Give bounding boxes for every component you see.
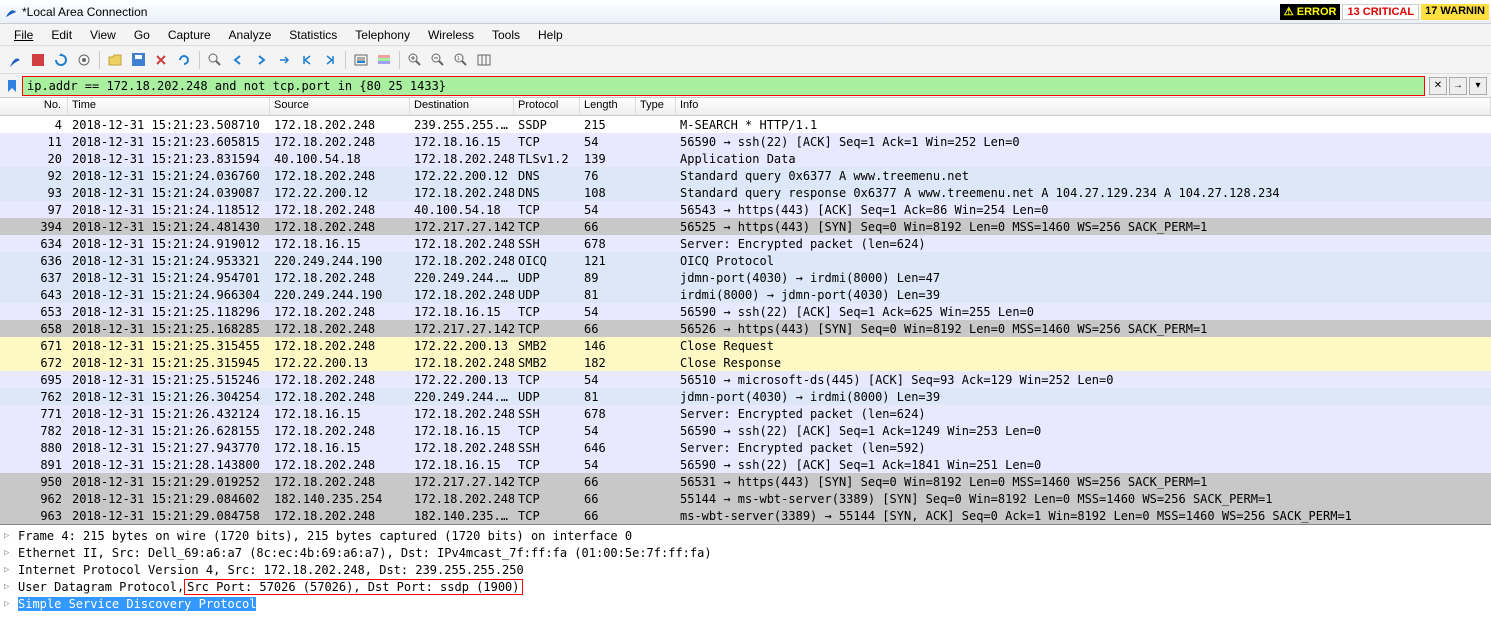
expand-icon[interactable]: ▷ [4, 548, 14, 558]
expand-icon[interactable]: ▷ [4, 599, 14, 609]
col-time[interactable]: Time [68, 98, 270, 115]
menu-tools[interactable]: Tools [484, 26, 528, 44]
menu-wireless[interactable]: Wireless [420, 26, 482, 44]
detail-ssdp[interactable]: ▷Simple Service Discovery Protocol [4, 595, 1487, 612]
goto-icon[interactable] [273, 49, 295, 71]
menu-bar: File Edit View Go Capture Analyze Statis… [0, 24, 1491, 46]
packet-row[interactable]: 7712018-12-31 15:21:26.432124172.18.16.1… [0, 405, 1491, 422]
menu-go[interactable]: Go [126, 26, 158, 44]
packet-row[interactable]: 6582018-12-31 15:21:25.168285172.18.202.… [0, 320, 1491, 337]
detail-frame[interactable]: ▷Frame 4: 215 bytes on wire (1720 bits),… [4, 527, 1487, 544]
packet-row[interactable]: 8912018-12-31 15:21:28.143800172.18.202.… [0, 456, 1491, 473]
detail-udp[interactable]: ▷User Datagram Protocol, Src Port: 57026… [4, 578, 1487, 595]
prev-icon[interactable] [227, 49, 249, 71]
zoom-out-icon[interactable] [427, 49, 449, 71]
menu-view[interactable]: View [82, 26, 124, 44]
window-title: *Local Area Connection [22, 5, 147, 19]
filter-apply-icon[interactable]: → [1449, 77, 1467, 95]
find-icon[interactable] [204, 49, 226, 71]
save-file-icon[interactable] [127, 49, 149, 71]
udp-ports-highlight: Src Port: 57026 (57026), Dst Port: ssdp … [184, 579, 522, 595]
title-bar: *Local Area Connection ⚠ ERROR 13 CRITIC… [0, 0, 1491, 24]
packet-row[interactable]: 7822018-12-31 15:21:26.628155172.18.202.… [0, 422, 1491, 439]
expand-icon[interactable]: ▷ [4, 582, 14, 592]
display-filter-input[interactable] [22, 76, 1425, 96]
packet-row[interactable]: 8802018-12-31 15:21:27.943770172.18.16.1… [0, 439, 1491, 456]
packet-row[interactable]: 3942018-12-31 15:21:24.481430172.18.202.… [0, 218, 1491, 235]
menu-statistics[interactable]: Statistics [281, 26, 345, 44]
resize-cols-icon[interactable] [473, 49, 495, 71]
packet-row[interactable]: 7622018-12-31 15:21:26.304254172.18.202.… [0, 388, 1491, 405]
packet-row[interactable]: 202018-12-31 15:21:23.83159440.100.54.18… [0, 150, 1491, 167]
packet-row[interactable]: 922018-12-31 15:21:24.036760172.18.202.2… [0, 167, 1491, 184]
packet-details[interactable]: ▷Frame 4: 215 bytes on wire (1720 bits),… [0, 525, 1491, 627]
next-icon[interactable] [250, 49, 272, 71]
detail-ip[interactable]: ▷Internet Protocol Version 4, Src: 172.1… [4, 561, 1487, 578]
stop-capture-icon[interactable] [27, 49, 49, 71]
menu-capture[interactable]: Capture [160, 26, 219, 44]
restart-capture-icon[interactable] [50, 49, 72, 71]
expand-icon[interactable]: ▷ [4, 565, 14, 575]
svg-text:1: 1 [457, 56, 460, 62]
colorize-icon[interactable] [373, 49, 395, 71]
first-icon[interactable] [296, 49, 318, 71]
warning-badge[interactable]: 17 WARNIN [1421, 4, 1489, 20]
last-icon[interactable] [319, 49, 341, 71]
filter-dropdown-icon[interactable]: ▾ [1469, 77, 1487, 95]
packet-row[interactable]: 6362018-12-31 15:21:24.953321220.249.244… [0, 252, 1491, 269]
filter-bar: ✕ → ▾ [0, 74, 1491, 98]
menu-help[interactable]: Help [530, 26, 571, 44]
packet-row[interactable]: 112018-12-31 15:21:23.605815172.18.202.2… [0, 133, 1491, 150]
close-file-icon[interactable] [150, 49, 172, 71]
options-icon[interactable] [73, 49, 95, 71]
col-protocol[interactable]: Protocol [514, 98, 580, 115]
packet-row[interactable]: 6372018-12-31 15:21:24.954701172.18.202.… [0, 269, 1491, 286]
filter-clear-icon[interactable]: ✕ [1429, 77, 1447, 95]
packet-row[interactable]: 9502018-12-31 15:21:29.019252172.18.202.… [0, 473, 1491, 490]
detail-ethernet[interactable]: ▷Ethernet II, Src: Dell_69:a6:a7 (8c:ec:… [4, 544, 1487, 561]
col-no[interactable]: No. [0, 98, 68, 115]
col-source[interactable]: Source [270, 98, 410, 115]
col-length[interactable]: Length [580, 98, 636, 115]
packet-row[interactable]: 6432018-12-31 15:21:24.966304220.249.244… [0, 286, 1491, 303]
status-badges: ⚠ ERROR 13 CRITICAL 17 WARNIN [1280, 4, 1489, 20]
col-destination[interactable]: Destination [410, 98, 514, 115]
packet-row[interactable]: 6712018-12-31 15:21:25.315455172.18.202.… [0, 337, 1491, 354]
error-badge[interactable]: ⚠ ERROR [1280, 4, 1341, 20]
packet-row[interactable]: 6342018-12-31 15:21:24.919012172.18.16.1… [0, 235, 1491, 252]
expand-icon[interactable]: ▷ [4, 531, 14, 541]
zoom-reset-icon[interactable]: 1 [450, 49, 472, 71]
menu-file[interactable]: File [6, 26, 41, 44]
packet-row[interactable]: 9622018-12-31 15:21:29.084602182.140.235… [0, 490, 1491, 507]
col-type[interactable]: Type [636, 98, 676, 115]
zoom-in-icon[interactable] [404, 49, 426, 71]
menu-analyze[interactable]: Analyze [221, 26, 280, 44]
packet-list-header[interactable]: No. Time Source Destination Protocol Len… [0, 98, 1491, 116]
packet-list[interactable]: No. Time Source Destination Protocol Len… [0, 98, 1491, 525]
bookmark-icon[interactable] [4, 78, 20, 94]
packet-row[interactable]: 972018-12-31 15:21:24.118512172.18.202.2… [0, 201, 1491, 218]
packet-row[interactable]: 932018-12-31 15:21:24.039087172.22.200.1… [0, 184, 1491, 201]
menu-edit[interactable]: Edit [43, 26, 80, 44]
menu-telephony[interactable]: Telephony [347, 26, 418, 44]
packet-row[interactable]: 9632018-12-31 15:21:29.084758172.18.202.… [0, 507, 1491, 524]
toolbar: 1 [0, 46, 1491, 74]
packet-row[interactable]: 42018-12-31 15:21:23.508710172.18.202.24… [0, 116, 1491, 133]
open-file-icon[interactable] [104, 49, 126, 71]
col-info[interactable]: Info [676, 98, 1491, 115]
reload-icon[interactable] [173, 49, 195, 71]
start-capture-icon[interactable] [4, 49, 26, 71]
critical-badge[interactable]: 13 CRITICAL [1342, 4, 1419, 20]
packet-row[interactable]: 6952018-12-31 15:21:25.515246172.18.202.… [0, 371, 1491, 388]
autoscroll-icon[interactable] [350, 49, 372, 71]
packet-row[interactable]: 6532018-12-31 15:21:25.118296172.18.202.… [0, 303, 1491, 320]
app-icon [4, 5, 18, 19]
packet-row[interactable]: 6722018-12-31 15:21:25.315945172.22.200.… [0, 354, 1491, 371]
